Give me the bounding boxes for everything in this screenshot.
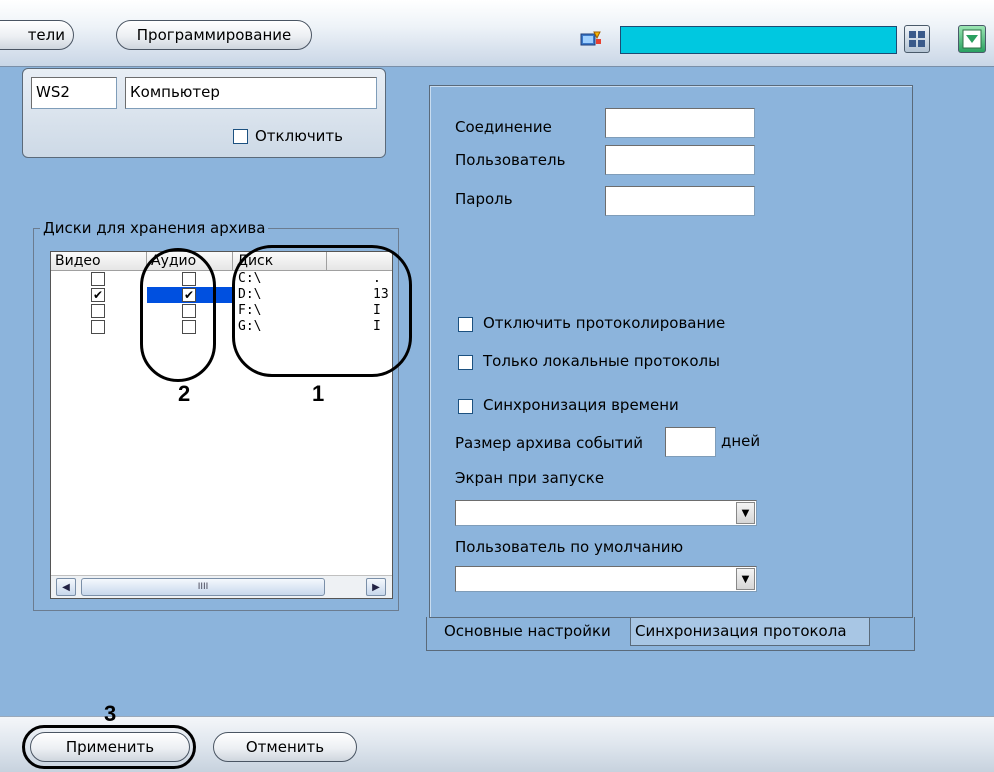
annotation-oval-audio-column xyxy=(140,248,216,382)
layout-grid-icon[interactable] xyxy=(904,25,930,53)
user-field[interactable] xyxy=(605,145,755,175)
tab-users-label: тели xyxy=(27,26,65,44)
top-toolbar: тели Программирование xyxy=(0,0,994,67)
days-label: дней xyxy=(721,432,761,450)
chevron-down-icon[interactable]: ▼ xyxy=(736,502,755,524)
tab-programming-label: Программирование xyxy=(136,26,292,44)
password-field[interactable] xyxy=(605,186,755,216)
workstation-id-value: WS2 xyxy=(36,83,70,101)
annotation-number-1: 1 xyxy=(312,381,325,406)
video-checkbox[interactable]: ✔ xyxy=(91,288,105,302)
search-field[interactable] xyxy=(620,26,897,54)
horizontal-scrollbar[interactable]: ◀ IIII ▶ xyxy=(51,575,392,598)
chevron-down-icon[interactable]: ▼ xyxy=(736,568,755,590)
dropdown-arrow-icon[interactable] xyxy=(958,25,986,53)
disks-group-title: Диски для хранения архива xyxy=(40,219,269,237)
annotation-number-2: 2 xyxy=(178,381,191,406)
video-checkbox[interactable] xyxy=(91,304,105,318)
tab-main-settings-label: Основные настройки xyxy=(444,622,611,640)
tab-users-button[interactable]: тели xyxy=(0,20,74,50)
event-archive-label: Размер архива событий xyxy=(455,434,643,452)
connection-label: Соединение xyxy=(455,118,552,136)
disable-logging-checkbox[interactable] xyxy=(458,317,473,332)
scroll-right-button[interactable]: ▶ xyxy=(366,578,386,596)
workstation-panel: WS2 Компьютер Отключить xyxy=(22,68,386,158)
scroll-grip: IIII xyxy=(197,582,209,592)
cancel-button[interactable]: Отменить xyxy=(213,732,357,762)
tab-programming-button[interactable]: Программирование xyxy=(116,20,312,50)
video-checkbox[interactable] xyxy=(91,272,105,286)
cancel-button-label: Отменить xyxy=(245,738,325,756)
column-header-video[interactable]: Видео xyxy=(51,252,147,271)
default-user-label: Пользователь по умолчанию xyxy=(455,538,684,556)
workstation-name-field[interactable]: Компьютер xyxy=(125,77,377,109)
startup-screen-dropdown[interactable]: ▼ xyxy=(455,500,757,526)
user-label: Пользователь xyxy=(455,151,566,169)
disable-workstation-checkbox[interactable] xyxy=(233,129,248,144)
tab-main-settings[interactable]: Основные настройки xyxy=(440,618,615,646)
scroll-thumb[interactable]: IIII xyxy=(81,578,325,596)
disable-workstation-label: Отключить xyxy=(255,127,344,145)
column-header-video-label: Видео xyxy=(55,253,101,269)
annotation-oval-disk-column xyxy=(232,245,412,377)
password-label: Пароль xyxy=(455,190,513,208)
workstation-name-value: Компьютер xyxy=(130,83,220,101)
time-sync-label: Синхронизация времени xyxy=(483,396,679,414)
connection-field[interactable] xyxy=(605,108,755,138)
default-user-dropdown[interactable]: ▼ xyxy=(455,566,757,592)
tab-protocol-sync-label: Синхронизация протокола xyxy=(635,622,847,640)
disable-logging-label: Отключить протоколирование xyxy=(483,314,726,332)
tab-protocol-sync[interactable]: Синхронизация протокола xyxy=(630,618,870,646)
annotation-oval-apply-button xyxy=(22,725,196,769)
video-checkbox[interactable] xyxy=(91,320,105,334)
startup-screen-label: Экран при запуске xyxy=(455,469,605,487)
local-logs-checkbox[interactable] xyxy=(458,355,473,370)
scroll-left-button[interactable]: ◀ xyxy=(56,578,76,596)
local-logs-label: Только локальные протоколы xyxy=(483,352,720,370)
annotation-number-3: 3 xyxy=(104,701,117,726)
workstation-id-field[interactable]: WS2 xyxy=(31,77,117,109)
event-archive-days-field[interactable] xyxy=(665,427,716,457)
time-sync-checkbox[interactable] xyxy=(458,399,473,414)
monitor-settings-icon[interactable] xyxy=(580,30,602,48)
